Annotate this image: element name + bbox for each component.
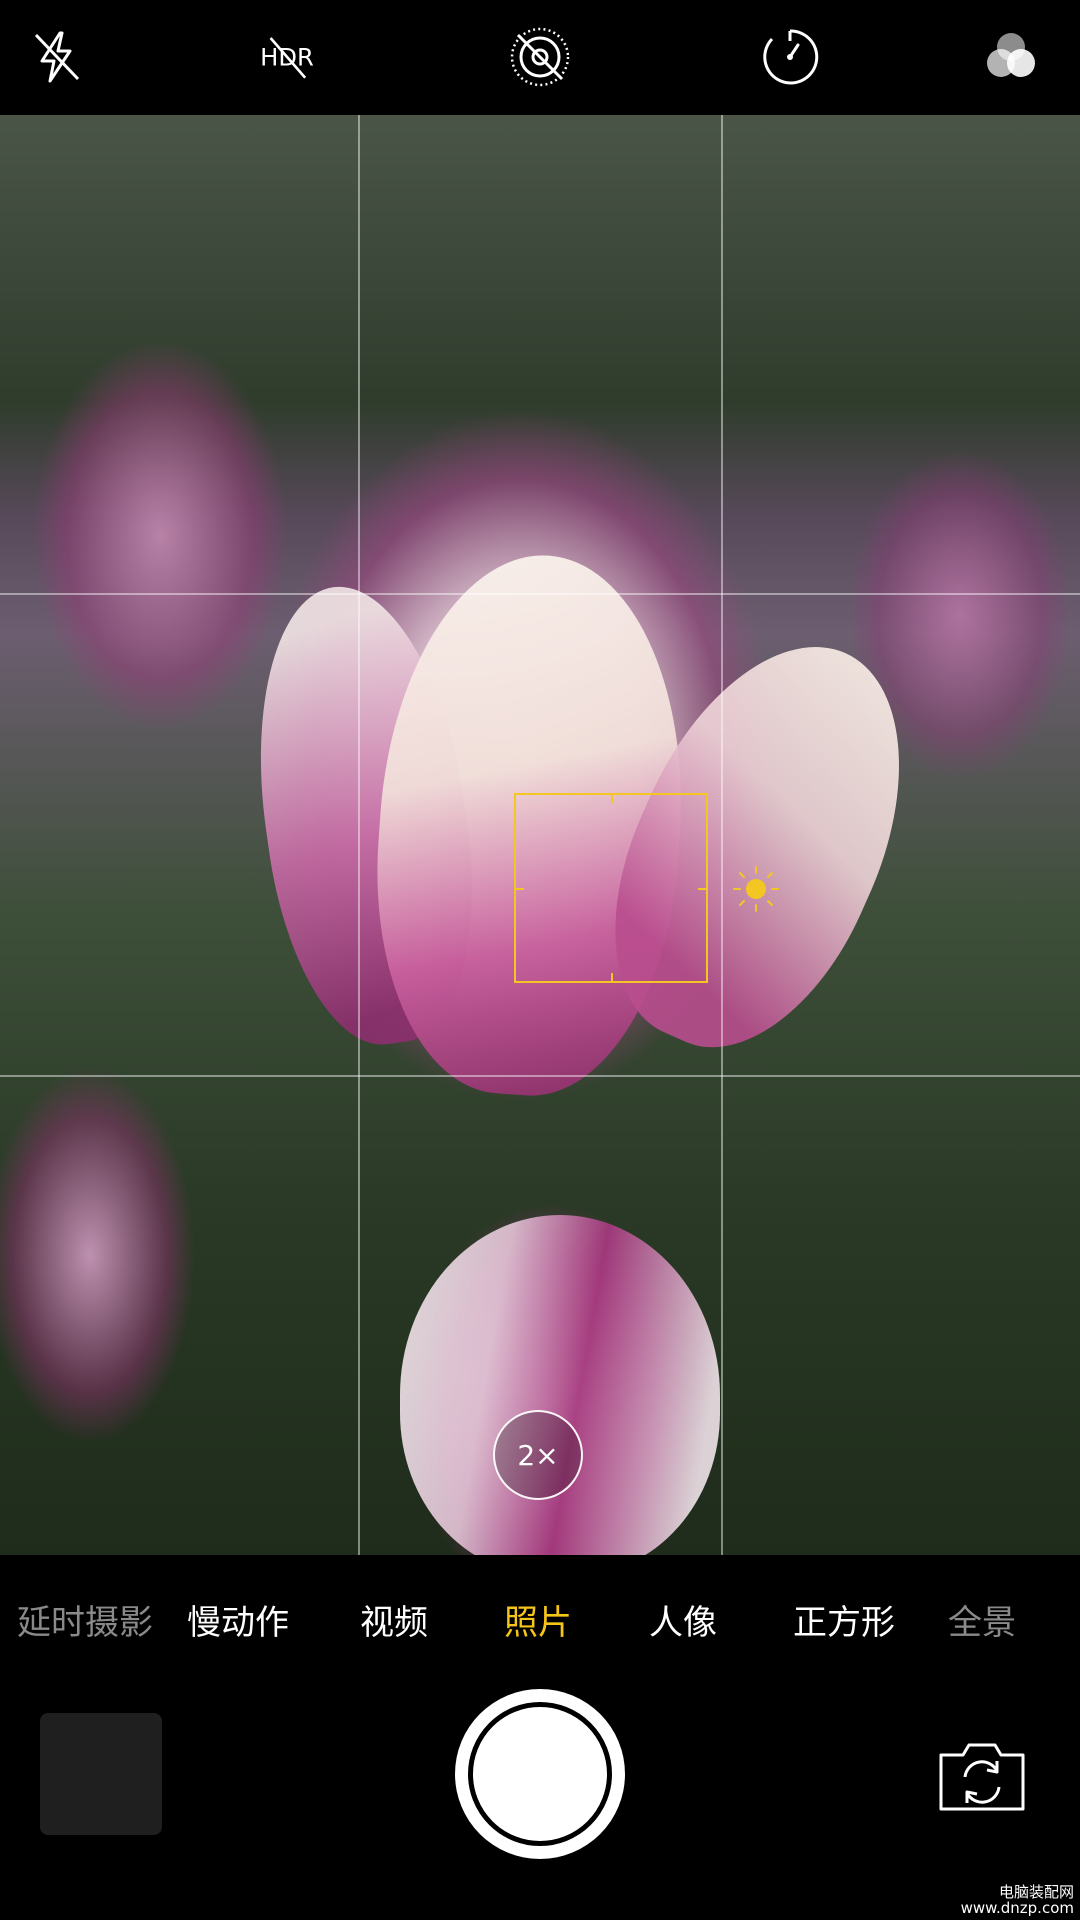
zoom-button[interactable]: 2× xyxy=(493,1410,583,1500)
mode-square[interactable]: 正方形 xyxy=(793,1595,895,1644)
mode-photo[interactable]: 照片 xyxy=(504,1595,572,1644)
mode-selector[interactable]: 延时摄影 慢动作 视频 照片 人像 正方形 全景 xyxy=(0,1555,1080,1680)
mode-slomo[interactable]: 慢动作 xyxy=(187,1595,289,1644)
hdr-toggle-button[interactable]: HDR xyxy=(250,22,324,92)
grid-line xyxy=(0,593,1080,595)
watermark: 电脑装配网 www.dnzp.com xyxy=(961,1884,1074,1916)
last-photo-thumbnail[interactable] xyxy=(40,1713,162,1835)
watermark-line-1: 电脑装配网 xyxy=(998,1883,1074,1901)
watermark-line-2: www.dnzp.com xyxy=(960,1899,1074,1917)
camera-top-bar: HDR xyxy=(0,0,1080,115)
mode-portrait[interactable]: 人像 xyxy=(649,1595,717,1644)
mode-video[interactable]: 视频 xyxy=(360,1595,428,1644)
filters-icon[interactable] xyxy=(976,22,1046,92)
focus-box xyxy=(514,793,708,983)
mode-pano[interactable]: 全景 xyxy=(948,1595,1016,1644)
exposure-sun-icon[interactable] xyxy=(730,863,782,915)
tulip-petal xyxy=(400,1215,720,1555)
camera-bottom-bar: 电脑装配网 www.dnzp.com xyxy=(0,1680,1080,1920)
live-photo-off-icon[interactable] xyxy=(505,22,575,92)
switch-camera-icon[interactable] xyxy=(935,1737,1029,1815)
grid-line xyxy=(358,115,360,1555)
timer-icon[interactable] xyxy=(755,22,825,92)
grid-line xyxy=(721,115,723,1555)
grid-line xyxy=(0,1075,1080,1077)
camera-viewfinder[interactable]: 2× xyxy=(0,115,1080,1555)
flash-off-icon[interactable] xyxy=(21,22,91,92)
zoom-label: 2× xyxy=(517,1438,559,1472)
mode-timelapse[interactable]: 延时摄影 xyxy=(17,1595,153,1644)
shutter-button[interactable] xyxy=(455,1689,625,1859)
